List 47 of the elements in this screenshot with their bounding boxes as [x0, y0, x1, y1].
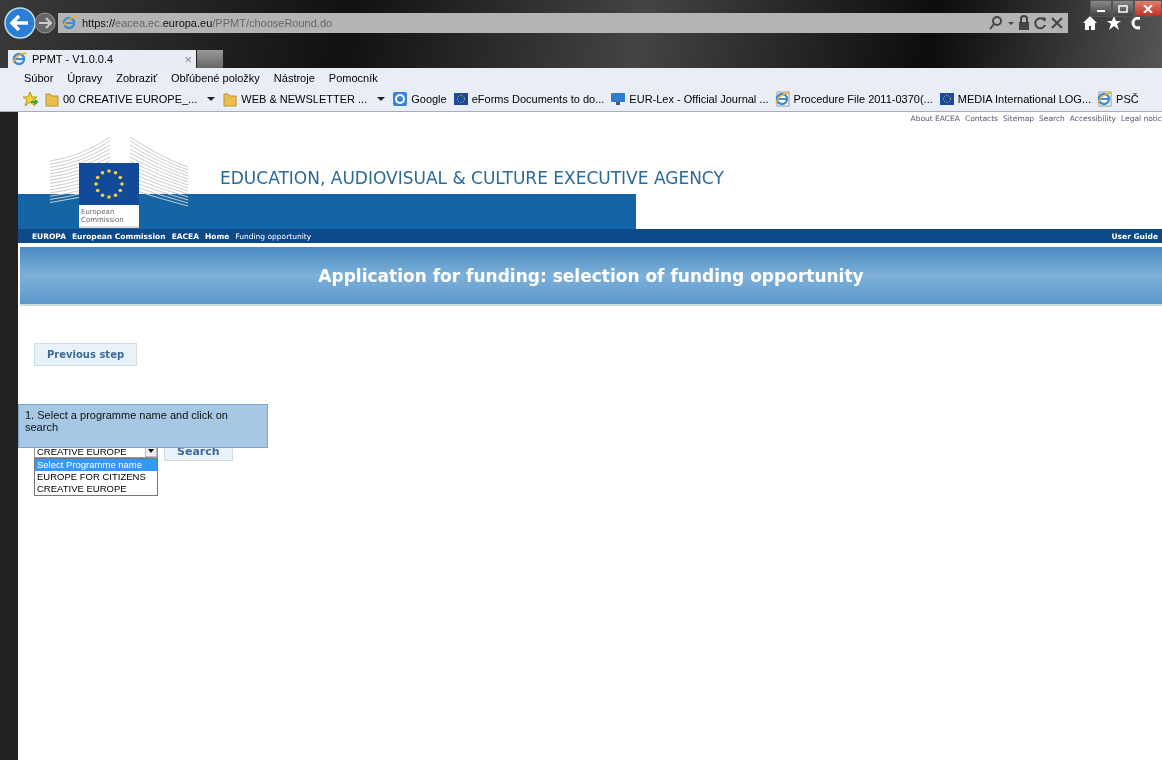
dropdown-option[interactable]: EUROPE FOR CITIZENS [35, 471, 157, 483]
favorite-item[interactable]: PSČ [1097, 91, 1139, 107]
close-button[interactable] [1134, 0, 1162, 17]
monitor-icon [610, 91, 627, 107]
menu-item[interactable]: Nástroje [273, 71, 315, 84]
close-icon [1143, 4, 1153, 13]
google-icon [392, 91, 409, 107]
menu-item[interactable]: Súbor [24, 71, 54, 84]
favorite-item[interactable]: Procedure File 2011-0370(... [774, 91, 933, 107]
folder-icon [44, 91, 60, 107]
favorite-item[interactable]: WEB & NEWSLETTER ... [222, 91, 387, 107]
home-icon[interactable] [1082, 15, 1098, 31]
page-banner: Application for funding: selection of funding opportunity [20, 247, 1162, 306]
menu-item[interactable]: Úpravy [67, 71, 103, 84]
favorite-item[interactable]: MEDIA International LOG... [938, 91, 1092, 107]
flag-icon [452, 91, 469, 107]
favorite-item[interactable]: Google [392, 91, 447, 107]
forward-icon[interactable] [34, 12, 56, 34]
eu-flag-icon [79, 163, 139, 205]
page-icon [774, 91, 791, 107]
stop-icon[interactable] [1050, 15, 1064, 31]
page-icon [12, 51, 28, 67]
page-icon [1097, 91, 1114, 107]
search-icon[interactable] [988, 15, 1004, 31]
refresh-icon[interactable] [1033, 15, 1047, 31]
previous-step-button[interactable]: Previous step [34, 343, 138, 366]
favorite-item[interactable]: eForms Documents to do... [452, 91, 605, 107]
star-add-icon[interactable] [22, 91, 38, 107]
menu-item[interactable]: Zobraziť [116, 71, 157, 84]
address-bar[interactable]: https://eacea.ec.europa.eu/PPMT/chooseRound.do [58, 13, 1068, 33]
menu-item[interactable]: Pomocník [328, 71, 378, 84]
favorite-item[interactable]: 00 CREATIVE EUROPE_... [44, 91, 217, 107]
maximize-icon [1118, 4, 1128, 13]
page-icon [62, 15, 78, 31]
favorite-item[interactable]: EUR-Lex - Official Journal ... [610, 91, 769, 107]
dropdown-option[interactable]: CREATIVE EUROPE [35, 483, 157, 495]
folder-icon [222, 91, 239, 107]
menu-item[interactable]: Obľúbené položky [171, 71, 260, 84]
hint-tooltip: 1. Select a programme name and click on search [18, 404, 268, 448]
maximize-button[interactable] [1112, 0, 1134, 17]
settings-icon[interactable] [1130, 15, 1140, 31]
browser-tab[interactable]: PPMT - V1.0.0.4 × [8, 50, 196, 68]
lock-icon [1018, 15, 1030, 31]
flag-icon [938, 91, 955, 107]
back-icon[interactable] [4, 7, 36, 39]
minimize-button[interactable] [1090, 0, 1112, 17]
star-icon[interactable] [1106, 15, 1122, 31]
